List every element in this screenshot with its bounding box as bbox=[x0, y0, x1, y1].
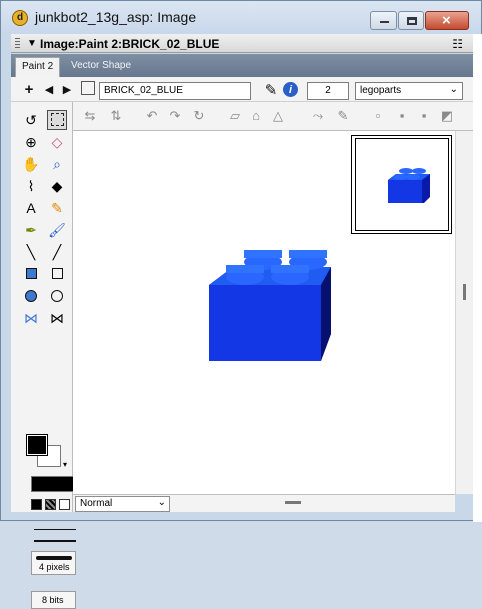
eyedropper-icon[interactable]: ⌇ bbox=[21, 176, 41, 196]
window-title: junkbot2_13g_asp: Image bbox=[35, 9, 197, 25]
preview-thumbnail-inner bbox=[355, 138, 449, 231]
vertical-scroll-grip-icon[interactable] bbox=[463, 284, 466, 300]
foreground-color-swatch[interactable] bbox=[27, 435, 47, 455]
cast-number-field[interactable]: 2 bbox=[307, 82, 349, 100]
tab-vector-shape[interactable]: Vector Shape bbox=[65, 57, 137, 77]
ink-white-swatch[interactable] bbox=[59, 499, 70, 510]
filled-rectangle-icon[interactable] bbox=[21, 264, 41, 284]
previous-member-icon[interactable]: ◀ bbox=[41, 81, 57, 97]
collapse-arrow-icon[interactable]: ▼ bbox=[27, 38, 37, 49]
lighten-icon[interactable]: ▪ bbox=[393, 107, 411, 125]
chevron-down-icon: ⌄ bbox=[449, 84, 458, 95]
member-name-field[interactable]: BRICK_02_BLUE bbox=[99, 82, 251, 100]
rotate-left-icon[interactable]: ↶ bbox=[143, 107, 161, 125]
pattern-fill-selector[interactable] bbox=[31, 476, 77, 492]
registration-point-icon[interactable]: ⊕ bbox=[21, 132, 41, 152]
darken-icon[interactable]: ▪ bbox=[415, 107, 433, 125]
filled-ellipse-icon[interactable] bbox=[21, 286, 41, 306]
free-rotate-icon[interactable]: ↻ bbox=[190, 107, 208, 125]
maximize-button[interactable] bbox=[398, 11, 424, 30]
flip-vertical-icon[interactable]: ⇅ bbox=[107, 107, 125, 125]
preview-brick bbox=[388, 168, 430, 203]
editor-tabs: Paint 2 Vector Shape bbox=[11, 54, 473, 77]
minimize-icon bbox=[380, 21, 389, 23]
window-edge bbox=[473, 34, 482, 522]
paint-window: d junkbot2_13g_asp: Image × ▼ Image:Pain… bbox=[0, 0, 482, 609]
zoom-icon[interactable]: ⌕ bbox=[47, 154, 67, 174]
transform-toolbar: ⇆ ⇅ ↶ ↷ ↻ ▱ ⌂ △ ⤳ ✎ ▫ ▪ ▪ ◩ bbox=[73, 102, 473, 131]
fill-icon[interactable]: ◩ bbox=[438, 107, 456, 125]
info-icon[interactable]: i bbox=[283, 82, 298, 97]
pencil-icon[interactable]: ✎ bbox=[47, 198, 67, 218]
ink-pattern-swatch[interactable] bbox=[45, 499, 56, 510]
tool-palette: ↺ ⊕ ◇ ✋ ⌕ ⌇ ◆ A ✎ ✒ 🖌 ╲ ╱ ⋈ ⋈ ▾ 4 pixels… bbox=[11, 102, 77, 609]
perspective-icon[interactable]: △ bbox=[269, 107, 287, 125]
lasso-icon[interactable]: ↺ bbox=[21, 110, 41, 130]
close-button[interactable]: × bbox=[425, 11, 469, 30]
color-depth-label: 8 bits bbox=[42, 595, 64, 605]
panel-grip-icon[interactable] bbox=[15, 38, 20, 49]
line-width-medium[interactable] bbox=[34, 540, 76, 542]
drag-member-icon[interactable] bbox=[81, 81, 95, 95]
paint-bucket-icon[interactable]: ◆ bbox=[47, 176, 67, 196]
filled-polygon-icon[interactable]: ⋈ bbox=[21, 308, 41, 328]
vertical-scrollbar[interactable] bbox=[455, 131, 473, 494]
airbrush-icon[interactable]: ✒ bbox=[21, 220, 41, 240]
tab-paint[interactable]: Paint 2 bbox=[15, 57, 61, 77]
add-member-icon[interactable]: + bbox=[21, 81, 37, 98]
hand-icon[interactable]: ✋ bbox=[21, 154, 41, 174]
flip-horizontal-icon[interactable]: ⇆ bbox=[81, 107, 99, 125]
invert-icon[interactable]: ▫ bbox=[369, 107, 387, 125]
marquee-icon[interactable] bbox=[47, 110, 67, 130]
panel-options-icon[interactable]: ☷ bbox=[452, 37, 463, 51]
maximize-icon bbox=[407, 17, 417, 25]
polygon-icon[interactable]: ⋈ bbox=[47, 308, 67, 328]
smooth-icon[interactable]: ⤳ bbox=[309, 107, 327, 125]
minimize-button[interactable] bbox=[370, 11, 397, 30]
director-app-icon: d bbox=[12, 10, 28, 26]
rectangle-icon[interactable] bbox=[47, 264, 67, 284]
ellipse-icon[interactable] bbox=[47, 286, 67, 306]
arc-icon[interactable]: ╲ bbox=[21, 242, 41, 262]
chevron-down-icon: ⌄ bbox=[157, 497, 166, 508]
close-icon: × bbox=[442, 12, 451, 29]
ink-mode-select[interactable]: Normal ⌄ bbox=[75, 496, 170, 512]
pattern-dropdown-arrow-icon[interactable]: ▾ bbox=[63, 460, 67, 469]
line-width-label: 4 pixels bbox=[39, 562, 70, 572]
text-icon[interactable]: A bbox=[21, 198, 41, 218]
line-width-thin[interactable] bbox=[34, 529, 76, 530]
title-bar[interactable]: d junkbot2_13g_asp: Image × bbox=[1, 1, 481, 33]
horizontal-scroll-grip-icon[interactable] bbox=[285, 501, 301, 504]
eraser-icon[interactable]: ◇ bbox=[47, 132, 67, 152]
skew-icon[interactable]: ▱ bbox=[226, 107, 244, 125]
trace-edges-icon[interactable]: ✎ bbox=[334, 107, 352, 125]
line-icon[interactable]: ╱ bbox=[47, 242, 67, 262]
panel-header[interactable]: ▼ Image:Paint 2:BRICK_02_BLUE ☷ bbox=[11, 34, 473, 53]
member-toolbar: + ◀ ▶ BRICK_02_BLUE ✎ i 2 legoparts ⌄ bbox=[11, 77, 473, 102]
ink-black-swatch[interactable] bbox=[31, 499, 42, 510]
warp-icon[interactable]: ⌂ bbox=[247, 107, 265, 125]
brush-icon[interactable]: 🖌 bbox=[47, 220, 67, 240]
panel-title: Image:Paint 2:BRICK_02_BLUE bbox=[40, 37, 220, 51]
cast-library-dropdown[interactable]: legoparts ⌄ bbox=[355, 82, 463, 100]
rotate-right-icon[interactable]: ↷ bbox=[166, 107, 184, 125]
next-member-icon[interactable]: ▶ bbox=[59, 81, 75, 97]
script-icon[interactable]: ✎ bbox=[262, 82, 280, 99]
